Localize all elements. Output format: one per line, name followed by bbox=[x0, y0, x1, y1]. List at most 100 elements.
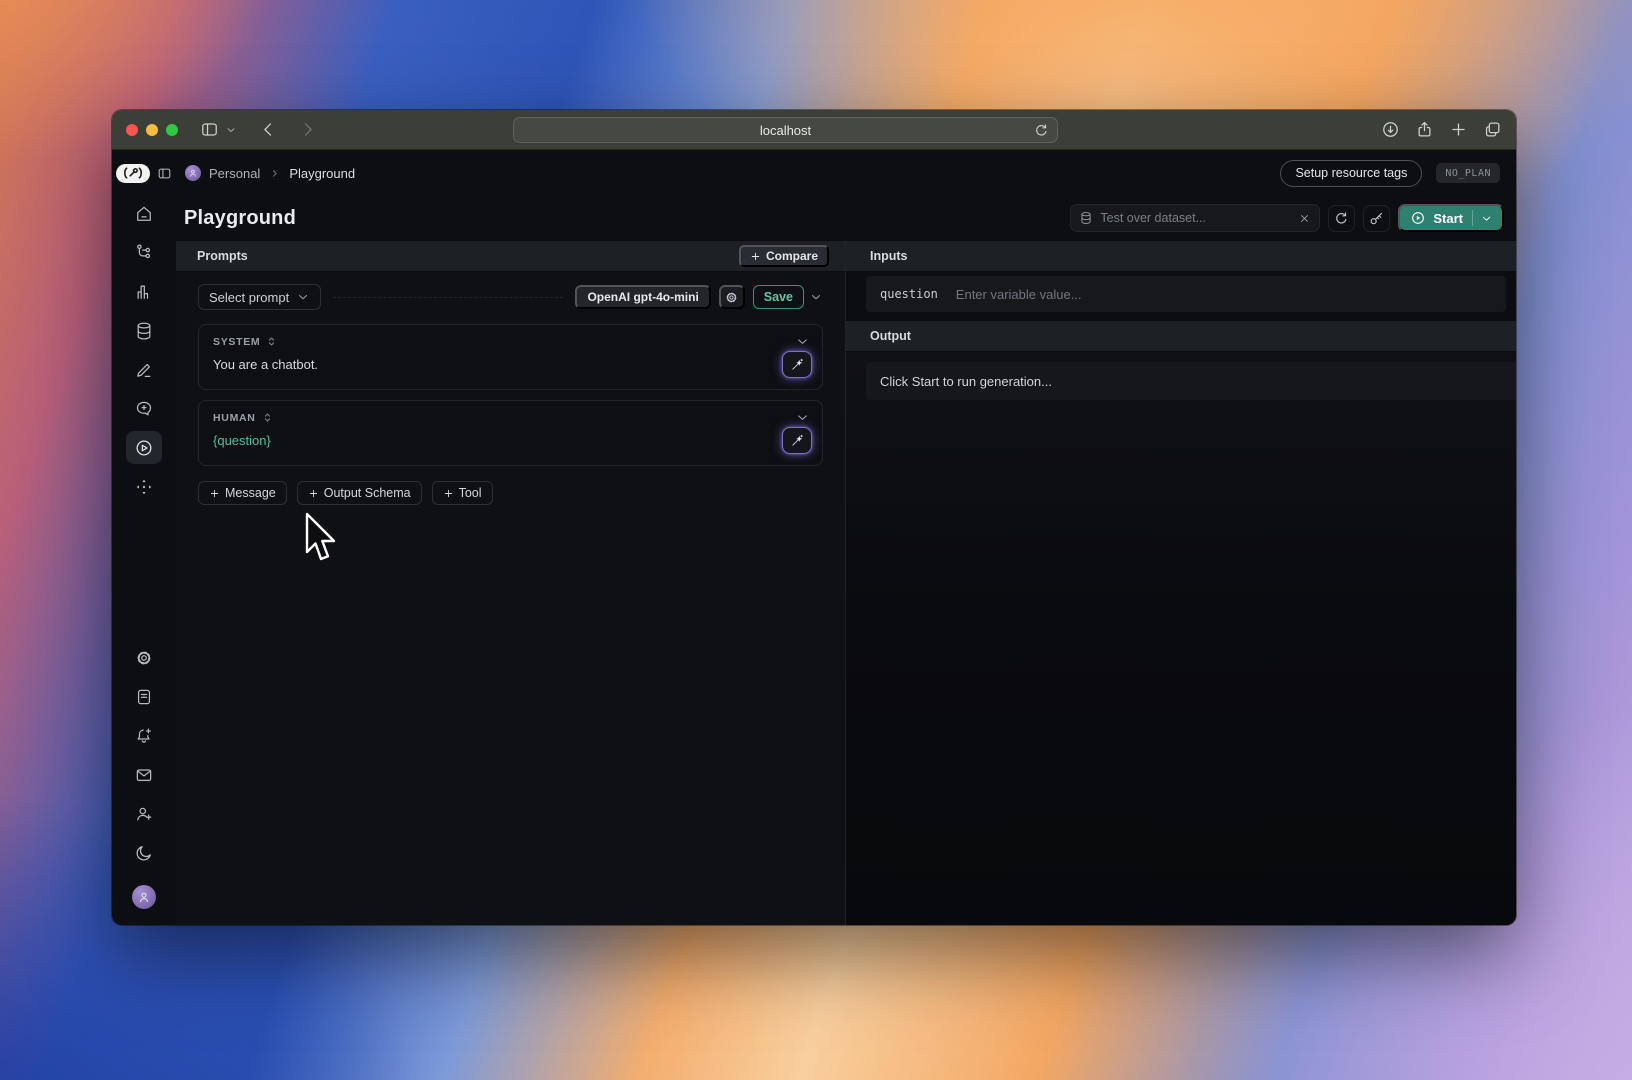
bell-plus-icon bbox=[137, 728, 151, 743]
plus-icon bbox=[444, 489, 452, 497]
user-icon bbox=[139, 892, 149, 903]
collapse-chevron-icon[interactable] bbox=[795, 410, 810, 425]
key-icon bbox=[1370, 212, 1383, 224]
sidebar-item-home[interactable] bbox=[126, 197, 162, 230]
tab-overview-icon[interactable] bbox=[1483, 120, 1502, 139]
user-plus-icon bbox=[137, 807, 152, 820]
forward-icon[interactable] bbox=[298, 120, 317, 139]
sort-arrows-icon[interactable] bbox=[262, 411, 273, 424]
sidebar-item-playground[interactable] bbox=[126, 431, 162, 464]
start-button[interactable]: Start bbox=[1398, 204, 1504, 232]
app-topbar: Personal Playground Setup resource tags … bbox=[176, 150, 1516, 196]
message-role-label[interactable]: HUMAN bbox=[213, 412, 256, 424]
address-bar-url: localhost bbox=[759, 122, 812, 138]
variable-value-field[interactable] bbox=[955, 286, 1492, 302]
chat-plus-icon bbox=[136, 401, 152, 415]
api-key-button[interactable] bbox=[1363, 204, 1391, 232]
improve-prompt-button[interactable] bbox=[782, 427, 812, 454]
model-settings-button[interactable] bbox=[718, 285, 745, 309]
compare-button[interactable]: Compare bbox=[738, 245, 829, 267]
sidebar-item-annotation[interactable] bbox=[126, 353, 162, 386]
gear-icon bbox=[137, 651, 151, 664]
breadcrumb-workspace[interactable]: Personal bbox=[209, 166, 260, 181]
share-icon[interactable] bbox=[1415, 120, 1434, 139]
magic-wand-icon bbox=[791, 358, 803, 370]
prompts-panel-title: Prompts bbox=[197, 249, 248, 263]
sidebar-item-tracing[interactable] bbox=[126, 236, 162, 269]
sidebar-item-mail[interactable] bbox=[126, 758, 162, 791]
reload-icon[interactable] bbox=[1033, 122, 1050, 139]
start-button-label: Start bbox=[1433, 210, 1463, 226]
minimize-window-button[interactable] bbox=[146, 123, 158, 136]
downloads-icon[interactable] bbox=[1381, 120, 1400, 139]
output-panel-title: Output bbox=[870, 329, 911, 343]
save-options-chevron-icon[interactable] bbox=[809, 290, 823, 304]
sidebar-item-invite[interactable] bbox=[126, 797, 162, 830]
divider bbox=[333, 296, 564, 298]
chevron-down-icon[interactable] bbox=[1480, 212, 1493, 225]
bar-chart-icon bbox=[137, 285, 149, 299]
sidebar-item-settings[interactable] bbox=[126, 641, 162, 674]
user-icon bbox=[190, 169, 196, 177]
content-split: Prompts Compare Select prompt OpenAI gpt… bbox=[176, 240, 1516, 925]
collapse-sidebar-icon[interactable] bbox=[157, 166, 172, 181]
browser-window: localhost Personal Playground Setup reso… bbox=[112, 110, 1516, 925]
variable-name: question bbox=[880, 287, 938, 301]
refresh-button[interactable] bbox=[1328, 204, 1356, 232]
sidebar-item-deployments[interactable] bbox=[126, 470, 162, 503]
plan-badge: NO_PLAN bbox=[1436, 163, 1500, 183]
message-role-label[interactable]: SYSTEM bbox=[213, 336, 260, 348]
improve-prompt-button[interactable] bbox=[782, 351, 812, 378]
sidebar-item-theme-toggle[interactable] bbox=[126, 836, 162, 869]
new-tab-icon[interactable] bbox=[1449, 120, 1468, 139]
test-over-dataset-input[interactable] bbox=[1070, 204, 1321, 232]
gear-icon bbox=[726, 292, 737, 302]
sidebar-item-monitoring[interactable] bbox=[126, 275, 162, 308]
sidebar-item-docs[interactable] bbox=[126, 680, 162, 713]
sidebar-item-prompts[interactable] bbox=[126, 392, 162, 425]
trace-tree-icon bbox=[137, 243, 151, 258]
desktop-wallpaper: localhost Personal Playground Setup reso… bbox=[0, 0, 1632, 1080]
play-circle-icon bbox=[1412, 212, 1425, 224]
document-icon bbox=[137, 689, 151, 704]
browser-sidebar-icon[interactable] bbox=[200, 120, 219, 139]
pencil-icon bbox=[137, 363, 151, 377]
add-tool-button[interactable]: Tool bbox=[431, 481, 493, 505]
sort-arrows-icon[interactable] bbox=[266, 335, 277, 348]
message-content[interactable]: You are a chatbot. bbox=[213, 357, 774, 372]
moon-icon bbox=[136, 845, 151, 860]
page-title: Playground bbox=[184, 206, 297, 229]
back-icon[interactable] bbox=[259, 120, 278, 139]
add-output-schema-button[interactable]: Output Schema bbox=[296, 481, 422, 505]
message-content-variable[interactable]: {question} bbox=[213, 433, 774, 448]
user-avatar[interactable] bbox=[132, 885, 156, 909]
add-message-button[interactable]: Message bbox=[198, 481, 287, 505]
page-header: Playground Test over dataset... Start bbox=[176, 196, 1516, 240]
window-controls bbox=[126, 123, 178, 136]
zoom-window-button[interactable] bbox=[166, 123, 178, 136]
collapse-chevron-icon[interactable] bbox=[795, 334, 810, 349]
dataset-search-field[interactable] bbox=[1100, 211, 1292, 225]
model-badge[interactable]: OpenAI gpt-4o-mini bbox=[575, 285, 711, 309]
save-button[interactable]: Save bbox=[752, 285, 804, 309]
chevron-down-icon[interactable] bbox=[225, 124, 237, 136]
plus-icon bbox=[210, 489, 219, 497]
prompts-panel-header: Prompts Compare bbox=[176, 240, 845, 272]
database-icon bbox=[137, 322, 151, 339]
breadcrumb-page[interactable]: Playground bbox=[289, 166, 355, 181]
close-icon[interactable] bbox=[1298, 212, 1311, 225]
close-window-button[interactable] bbox=[126, 123, 138, 136]
browser-toolbar: localhost bbox=[112, 110, 1516, 150]
human-message-card[interactable]: HUMAN {question} bbox=[198, 400, 823, 466]
sidebar-item-datasets[interactable] bbox=[126, 314, 162, 347]
workspace-avatar[interactable] bbox=[185, 165, 201, 181]
system-message-card[interactable]: SYSTEM You are a chatbot. bbox=[198, 324, 823, 390]
chevron-right-icon bbox=[273, 169, 278, 177]
app-root: Personal Playground Setup resource tags … bbox=[112, 150, 1516, 925]
prompts-panel: Prompts Compare Select prompt OpenAI gpt… bbox=[176, 240, 846, 925]
address-bar[interactable]: localhost bbox=[513, 117, 1058, 143]
sidebar-item-notifications[interactable] bbox=[126, 719, 162, 752]
setup-resource-tags-button[interactable]: Setup resource tags bbox=[1280, 159, 1423, 187]
select-prompt-dropdown[interactable]: Select prompt bbox=[198, 284, 322, 310]
langsmith-logo[interactable] bbox=[116, 163, 150, 183]
